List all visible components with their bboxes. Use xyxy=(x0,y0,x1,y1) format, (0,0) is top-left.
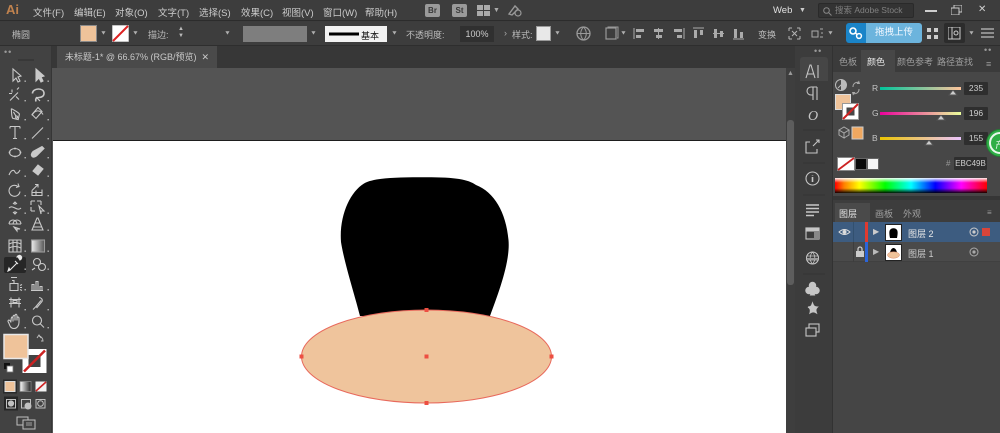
svg-text:O: O xyxy=(808,109,818,124)
